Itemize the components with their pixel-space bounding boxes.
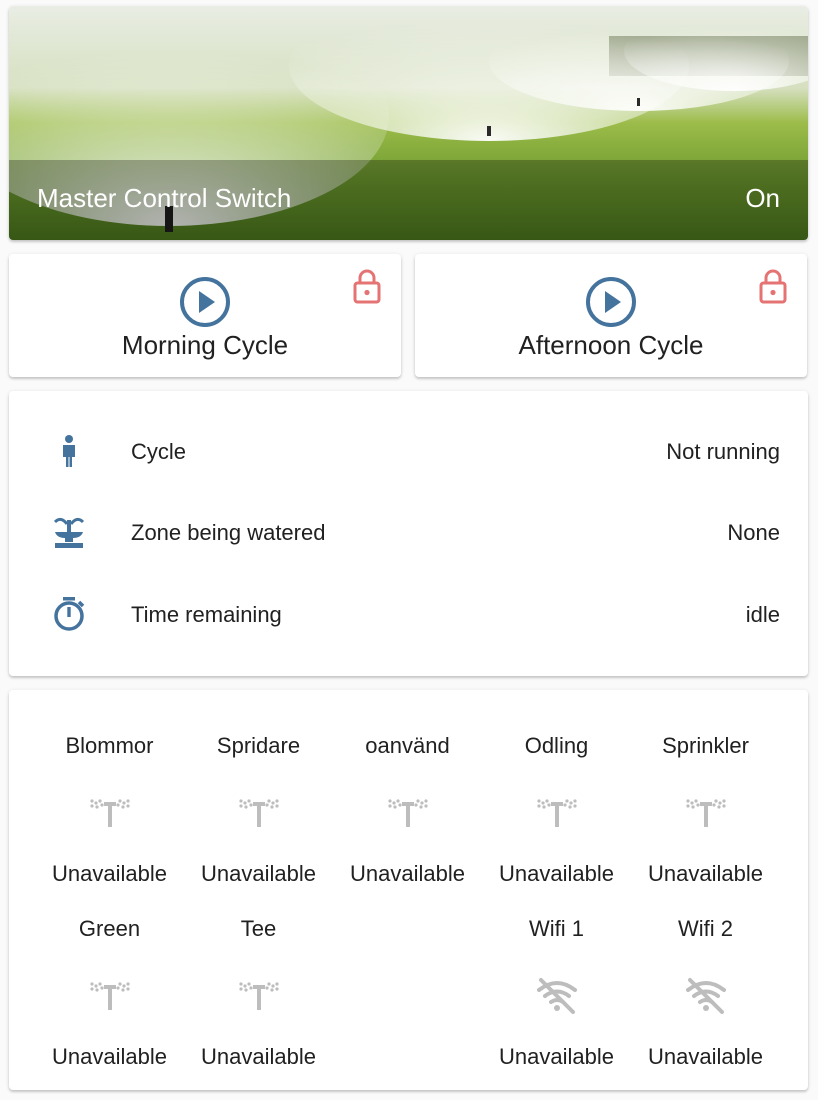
- entity-state: Unavailable: [350, 861, 465, 886]
- sprinkler-icon: [89, 982, 130, 1010]
- lock-icon[interactable]: [757, 268, 789, 304]
- entity-blommor[interactable]: Blommor Unavailable: [35, 703, 184, 886]
- status-row-zone[interactable]: Zone being watered None: [9, 502, 808, 562]
- wifi-off-icon: [685, 978, 726, 1014]
- entity-name: Odling: [524, 733, 589, 758]
- status-row-time[interactable]: Time remaining idle: [9, 584, 808, 644]
- lock-icon[interactable]: [351, 268, 383, 304]
- entity-state: Unavailable: [201, 1044, 316, 1069]
- master-control-switch-bar[interactable]: Master Control Switch On: [9, 160, 808, 240]
- irrigation-status-card: Cycle Not running Zone being watered Non…: [9, 391, 808, 676]
- entity-state: Unavailable: [52, 1044, 167, 1069]
- zone-entities-card: Blommor Unavailable Spridare Unavailable…: [9, 690, 808, 1090]
- entity-oanvand[interactable]: oanvänd Unavailable: [333, 703, 482, 886]
- morning-cycle-label: Morning Cycle: [121, 330, 289, 360]
- entity-state: Unavailable: [52, 861, 167, 886]
- entity-state: Unavailable: [648, 1044, 763, 1069]
- status-value-time: idle: [745, 602, 780, 627]
- sprinkler-icon: [238, 799, 279, 827]
- wifi-off-icon: [536, 978, 577, 1014]
- entity-name: Wifi 2: [678, 916, 733, 941]
- entity-wifi-2[interactable]: Wifi 2 Unavailable: [631, 886, 780, 1069]
- master-control-switch-title: Master Control Switch: [37, 183, 292, 213]
- entity-name: Sprinkler: [662, 733, 749, 758]
- sprinkler-icon: [238, 982, 279, 1010]
- entity-name: oanvänd: [365, 733, 450, 758]
- entity-wifi-1[interactable]: Wifi 1 Unavailable: [482, 886, 631, 1069]
- person-icon: [63, 435, 75, 467]
- status-value-zone: None: [727, 520, 780, 545]
- entity-name: Blommor: [65, 733, 154, 758]
- entity-sprinkler[interactable]: Sprinkler Unavailable: [631, 703, 780, 886]
- master-control-switch-card[interactable]: Master Control Switch On: [9, 6, 808, 240]
- play-circle-icon: [180, 277, 230, 327]
- sprinkler-icon: [89, 799, 130, 827]
- morning-cycle-button[interactable]: Morning Cycle: [9, 254, 401, 377]
- entity-state: Unavailable: [499, 861, 614, 886]
- entity-name: Tee: [240, 916, 277, 941]
- status-label-cycle: Cycle: [131, 439, 187, 464]
- status-row-cycle[interactable]: Cycle Not running: [9, 421, 808, 481]
- sprinkler-icon: [685, 799, 726, 827]
- status-label-time: Time remaining: [131, 602, 282, 627]
- play-circle-icon: [586, 277, 636, 327]
- status-label-zone: Zone being watered: [131, 520, 326, 545]
- sprinkler-icon: [536, 799, 577, 827]
- status-value-cycle: Not running: [666, 439, 780, 464]
- fountain-icon: [53, 517, 85, 548]
- entity-name: Wifi 1: [529, 916, 584, 941]
- timer-icon: [54, 597, 85, 631]
- afternoon-cycle-label: Afternoon Cycle: [518, 330, 704, 360]
- master-control-switch-state: On: [745, 183, 780, 213]
- entity-green[interactable]: Green Unavailable: [35, 886, 184, 1069]
- entity-tee[interactable]: Tee Unavailable: [184, 886, 333, 1069]
- afternoon-cycle-button[interactable]: Afternoon Cycle: [415, 254, 807, 377]
- entity-odling[interactable]: Odling Unavailable: [482, 703, 631, 886]
- entity-state: Unavailable: [201, 861, 316, 886]
- entity-name: Spridare: [216, 733, 301, 758]
- sprinkler-icon: [387, 799, 428, 827]
- entity-spridare[interactable]: Spridare Unavailable: [184, 703, 333, 886]
- entity-name: Green: [78, 916, 141, 941]
- entity-state: Unavailable: [499, 1044, 614, 1069]
- entity-state: Unavailable: [648, 861, 763, 886]
